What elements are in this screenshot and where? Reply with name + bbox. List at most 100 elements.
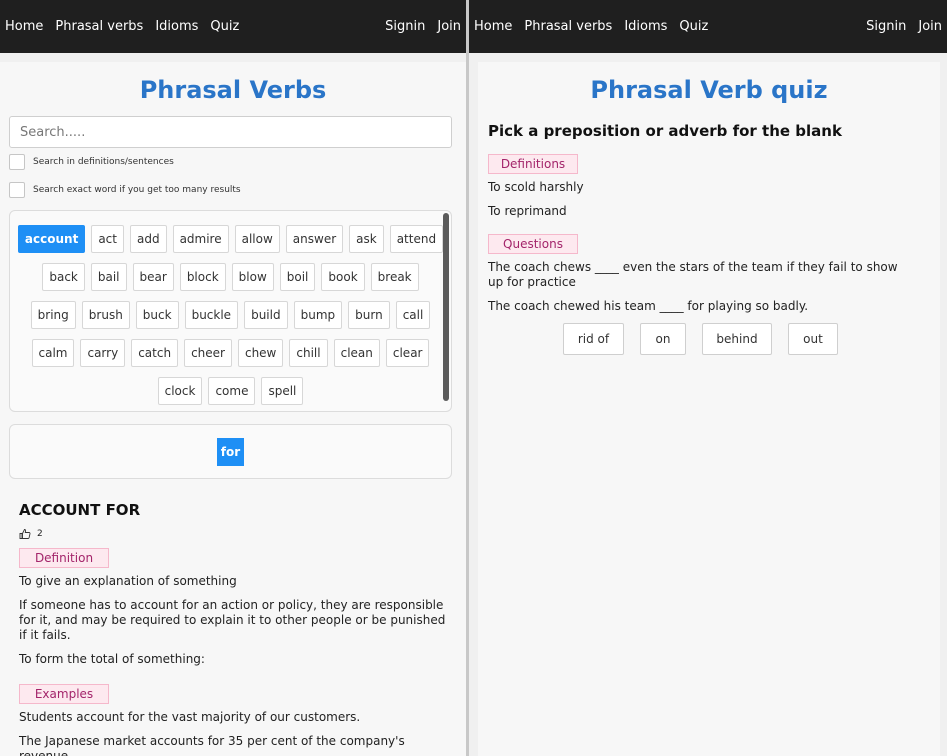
verb-button-bail[interactable]: bail <box>90 263 127 291</box>
verb-button-account[interactable]: account <box>17 225 86 253</box>
quiz-title: Phrasal Verb quiz <box>590 76 828 104</box>
verb-button-brush[interactable]: brush <box>81 301 130 329</box>
nav-signin[interactable]: Signin <box>385 19 425 34</box>
nav-auth: Signin Join <box>385 19 461 34</box>
nav-idioms[interactable]: Idioms <box>155 19 198 34</box>
verb-button-build[interactable]: build <box>244 301 288 329</box>
nav-links: Home Phrasal verbs Idioms Quiz <box>474 19 708 34</box>
verb-button-back[interactable]: back <box>42 263 85 291</box>
quiz-pane: Home Phrasal verbs Idioms Quiz Signin Jo… <box>469 0 947 756</box>
definition-tag: Definition <box>19 548 109 568</box>
likes: 2 <box>19 528 449 540</box>
nav-join[interactable]: Join <box>918 19 942 34</box>
verb-button-come[interactable]: come <box>208 377 256 405</box>
navbar: Home Phrasal verbs Idioms Quiz Signin Jo… <box>469 0 947 53</box>
verb-button-clock[interactable]: clock <box>157 377 203 405</box>
verb-row: calm carry catch cheer chew chill clean clear <box>31 339 430 367</box>
nav-links: Home Phrasal verbs Idioms Quiz <box>5 19 239 34</box>
questions-tag: Questions <box>488 234 578 254</box>
option-search-definitions[interactable]: Search in definitions/sentences <box>9 148 466 176</box>
nav-signin[interactable]: Signin <box>866 19 906 34</box>
search-input[interactable] <box>9 116 452 148</box>
nav-phrasal-verbs[interactable]: Phrasal verbs <box>55 19 143 34</box>
verb-button-burn[interactable]: burn <box>348 301 390 329</box>
entry-heading: ACCOUNT FOR <box>19 501 141 519</box>
verb-button-ask[interactable]: ask <box>349 225 384 253</box>
verb-button-chill[interactable]: chill <box>289 339 328 367</box>
answer-out-button[interactable]: out <box>788 323 838 355</box>
verb-button-allow[interactable]: allow <box>234 225 280 253</box>
quiz-definition: To scold harshly <box>488 180 584 194</box>
option-search-exact[interactable]: Search exact word if you get too many re… <box>9 176 466 204</box>
verb-button-admire[interactable]: admire <box>172 225 229 253</box>
examples-tag: Examples <box>19 684 109 704</box>
verb-button-cheer[interactable]: cheer <box>184 339 232 367</box>
quiz-question: The coach chews ____ even the stars of t… <box>488 260 898 289</box>
verb-button-bump[interactable]: bump <box>293 301 343 329</box>
nav-quiz[interactable]: Quiz <box>210 19 239 34</box>
verb-button-carry[interactable]: carry <box>80 339 126 367</box>
search-definitions-label: Search in definitions/sentences <box>33 157 174 167</box>
verb-list-scrollbar[interactable] <box>443 213 449 401</box>
verb-row: account act add admire allow answer ask attend <box>17 225 444 253</box>
definition-text: If someone has to account for an action … <box>19 598 446 642</box>
verb-button-boil[interactable]: boil <box>279 263 316 291</box>
verb-button-attend[interactable]: attend <box>389 225 444 253</box>
verb-button-clear[interactable]: clear <box>385 339 430 367</box>
verb-button-answer[interactable]: answer <box>285 225 344 253</box>
verb-button-clean[interactable]: clean <box>333 339 380 367</box>
verb-button-bring[interactable]: bring <box>30 301 76 329</box>
definitions-tag: Definitions <box>488 154 578 174</box>
quiz-content: Phrasal Verb quiz Pick a preposition or … <box>478 62 940 756</box>
answer-behind-button[interactable]: behind <box>702 323 772 355</box>
nav-idioms[interactable]: Idioms <box>624 19 667 34</box>
verb-rows: account act add admire allow answer ask attend b… <box>17 225 444 405</box>
phrasal-verbs-pane: Home Phrasal verbs Idioms Quiz Signin Jo… <box>0 0 466 756</box>
verb-button-bear[interactable]: bear <box>132 263 174 291</box>
verb-button-blow[interactable]: blow <box>231 263 274 291</box>
search-exact-checkbox[interactable] <box>9 182 25 198</box>
search-definitions-checkbox[interactable] <box>9 154 25 170</box>
verb-button-add[interactable]: add <box>129 225 167 253</box>
quiz-body: Definitions To scold harshly To repriman… <box>488 148 913 355</box>
verb-button-buck[interactable]: buck <box>135 301 179 329</box>
particle-list: for <box>9 424 452 479</box>
answer-on-button[interactable]: on <box>640 323 686 355</box>
verb-button-break[interactable]: break <box>370 263 419 291</box>
example-text: Students account for the vast majority o… <box>19 710 361 724</box>
nav-auth: Signin Join <box>866 19 942 34</box>
nav-home[interactable]: Home <box>474 19 512 34</box>
phrasal-verbs-content: Phrasal Verbs Search in definitions/sent… <box>0 62 466 756</box>
verb-button-call[interactable]: call <box>395 301 431 329</box>
verb-row: bring brush buck buckle build bump burn call <box>30 301 431 329</box>
verb-button-chew[interactable]: chew <box>237 339 284 367</box>
nav-join[interactable]: Join <box>437 19 461 34</box>
verb-button-book[interactable]: book <box>321 263 365 291</box>
nav-phrasal-verbs[interactable]: Phrasal verbs <box>524 19 612 34</box>
verb-button-catch[interactable]: catch <box>131 339 179 367</box>
quiz-definition: To reprimand <box>488 204 567 218</box>
verb-button-block[interactable]: block <box>179 263 226 291</box>
phrasal-verb-entry: ACCOUNT FOR 2 Definition To give an expl… <box>19 501 449 756</box>
verb-button-calm[interactable]: calm <box>31 339 75 367</box>
quiz-question: The coach chewed his team ____ for playi… <box>488 299 809 313</box>
verb-list: account act add admire allow answer ask attend b… <box>9 210 452 412</box>
thumbs-up-icon[interactable] <box>19 528 31 540</box>
search-exact-label: Search exact word if you get too many re… <box>33 185 241 195</box>
verb-button-buckle[interactable]: buckle <box>184 301 239 329</box>
page-title: Phrasal Verbs <box>139 76 327 104</box>
likes-count: 2 <box>37 529 43 539</box>
nav-home[interactable]: Home <box>5 19 43 34</box>
verb-row: back bail bear block blow boil book break <box>42 263 419 291</box>
definition-text: To form the total of something: <box>19 652 205 666</box>
nav-quiz[interactable]: Quiz <box>679 19 708 34</box>
answer-options: rid of on behind out <box>488 323 913 355</box>
example-text: The Japanese market accounts for 35 per … <box>19 734 405 756</box>
verb-button-act[interactable]: act <box>91 225 124 253</box>
verb-row: clock come spell <box>157 377 304 405</box>
definition-text: To give an explanation of something <box>19 574 237 588</box>
answer-rid-of-button[interactable]: rid of <box>563 323 624 355</box>
quiz-heading: Pick a preposition or adverb for the bla… <box>488 122 842 140</box>
particle-button-for[interactable]: for <box>216 437 245 466</box>
verb-button-spell[interactable]: spell <box>261 377 304 405</box>
